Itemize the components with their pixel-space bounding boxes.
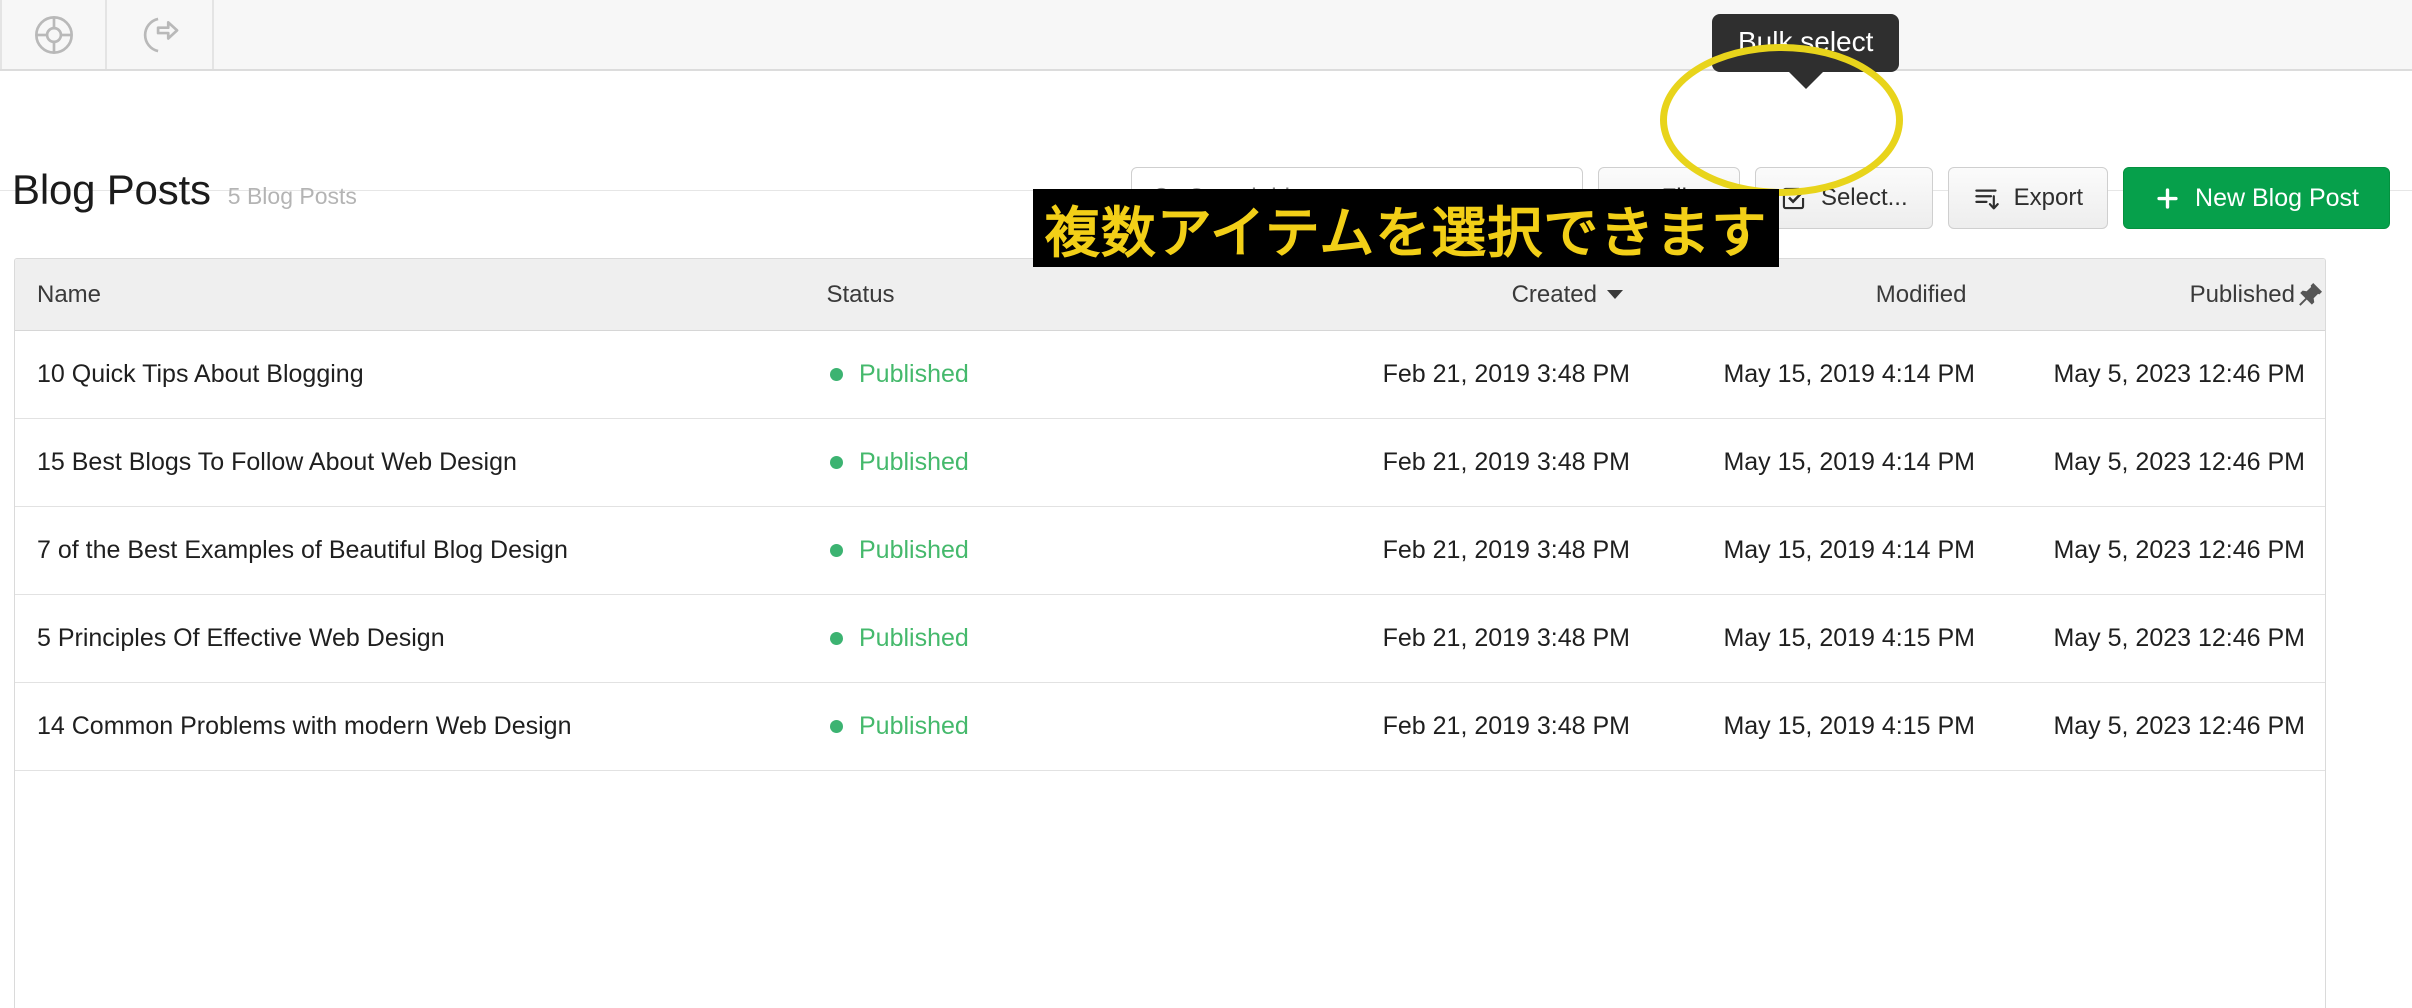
cell-modified: May 15, 2019 4:15 PM <box>1723 624 1975 652</box>
status-badge: Published <box>859 712 969 740</box>
pin-icon <box>2295 280 2325 310</box>
page-subtitle-count: 5 Blog Posts <box>227 183 357 209</box>
plus-icon <box>2154 185 2181 212</box>
cell-modified: May 15, 2019 4:14 PM <box>1723 448 1975 476</box>
table-row[interactable]: 7 of the Best Examples of Beautiful Blog… <box>15 507 2325 595</box>
top-bar-spacer <box>214 0 2412 69</box>
table-row[interactable]: 5 Principles Of Effective Web Design Pub… <box>15 595 2325 683</box>
export-button[interactable]: Export <box>1947 167 2109 229</box>
cell-status: Published <box>830 536 1290 565</box>
cell-status: Published <box>830 624 1290 653</box>
title-group: Blog Posts 5 Blog Posts <box>12 166 357 214</box>
cell-name[interactable]: 7 of the Best Examples of Beautiful Blog… <box>15 536 830 565</box>
cell-name[interactable]: 5 Principles Of Effective Web Design <box>15 624 830 653</box>
status-badge: Published <box>859 536 969 564</box>
top-icon-bar <box>0 0 2412 71</box>
status-dot-icon <box>830 456 843 469</box>
sign-out-icon <box>137 12 183 58</box>
status-badge: Published <box>859 448 969 476</box>
export-list-icon <box>1973 185 2000 212</box>
cell-status: Published <box>830 360 1290 389</box>
status-badge: Published <box>859 624 969 652</box>
pin-column-button[interactable] <box>2295 280 2325 310</box>
table-header-row: Name Status Created Modified Published <box>15 259 2325 331</box>
export-button-label: Export <box>2013 184 2084 211</box>
status-dot-icon <box>830 720 843 733</box>
bulk-select-tooltip: Bulk select <box>1712 14 1900 72</box>
cell-created: Feb 21, 2019 3:48 PM <box>1382 448 1630 476</box>
caret-down-icon <box>1606 290 1623 299</box>
cell-modified: May 15, 2019 4:14 PM <box>1723 536 1975 564</box>
cell-modified: May 15, 2019 4:14 PM <box>1723 360 1975 388</box>
sign-out-button[interactable] <box>107 0 214 69</box>
cell-published: May 5, 2023 12:46 PM <box>2053 448 2305 476</box>
table-row[interactable]: 10 Quick Tips About Blogging Published F… <box>15 331 2325 419</box>
column-header-created[interactable]: Created <box>1284 281 1623 309</box>
cell-modified: May 15, 2019 4:15 PM <box>1723 712 1975 740</box>
column-header-modified[interactable]: Modified <box>1623 281 1967 309</box>
cell-published: May 5, 2023 12:46 PM <box>2053 712 2305 740</box>
page-title: Blog Posts <box>12 166 211 213</box>
cell-created: Feb 21, 2019 3:48 PM <box>1382 536 1630 564</box>
column-header-published[interactable]: Published <box>1966 281 2295 309</box>
cell-name[interactable]: 15 Best Blogs To Follow About Web Design <box>15 448 830 477</box>
new-blog-post-button[interactable]: New Blog Post <box>2123 167 2390 229</box>
checkbox-checked-icon <box>1780 185 1807 212</box>
help-button[interactable] <box>0 0 107 69</box>
lifebuoy-icon <box>31 12 77 58</box>
bulk-select-button-label: Select... <box>1820 184 1908 211</box>
column-header-status[interactable]: Status <box>827 281 1285 309</box>
caption-annotation: 複数アイテムを選択できます <box>1033 189 1779 267</box>
cell-status: Published <box>830 712 1290 741</box>
blog-posts-table: Name Status Created Modified Published 1… <box>14 258 2326 1008</box>
page-header: Blog Posts 5 Blog Posts Filter <box>0 71 2412 229</box>
cell-published: May 5, 2023 12:46 PM <box>2053 360 2305 388</box>
cell-name[interactable]: 10 Quick Tips About Blogging <box>15 360 830 389</box>
column-header-created-label: Created <box>1511 280 1597 308</box>
status-dot-icon <box>830 632 843 645</box>
column-header-name[interactable]: Name <box>15 281 827 309</box>
cell-created: Feb 21, 2019 3:48 PM <box>1382 360 1630 388</box>
status-dot-icon <box>830 544 843 557</box>
table-body: 10 Quick Tips About Blogging Published F… <box>15 331 2325 771</box>
new-blog-post-button-label: New Blog Post <box>2195 183 2359 212</box>
bulk-select-button[interactable]: Select... <box>1754 167 1933 229</box>
table-row[interactable]: 14 Common Problems with modern Web Desig… <box>15 683 2325 771</box>
cell-published: May 5, 2023 12:46 PM <box>2053 624 2305 652</box>
cell-created: Feb 21, 2019 3:48 PM <box>1382 712 1630 740</box>
status-dot-icon <box>830 368 843 381</box>
cell-name[interactable]: 14 Common Problems with modern Web Desig… <box>15 712 830 741</box>
cell-published: May 5, 2023 12:46 PM <box>2053 536 2305 564</box>
cell-status: Published <box>830 448 1290 477</box>
table-row[interactable]: 15 Best Blogs To Follow About Web Design… <box>15 419 2325 507</box>
status-badge: Published <box>859 360 969 388</box>
cell-created: Feb 21, 2019 3:48 PM <box>1382 624 1630 652</box>
